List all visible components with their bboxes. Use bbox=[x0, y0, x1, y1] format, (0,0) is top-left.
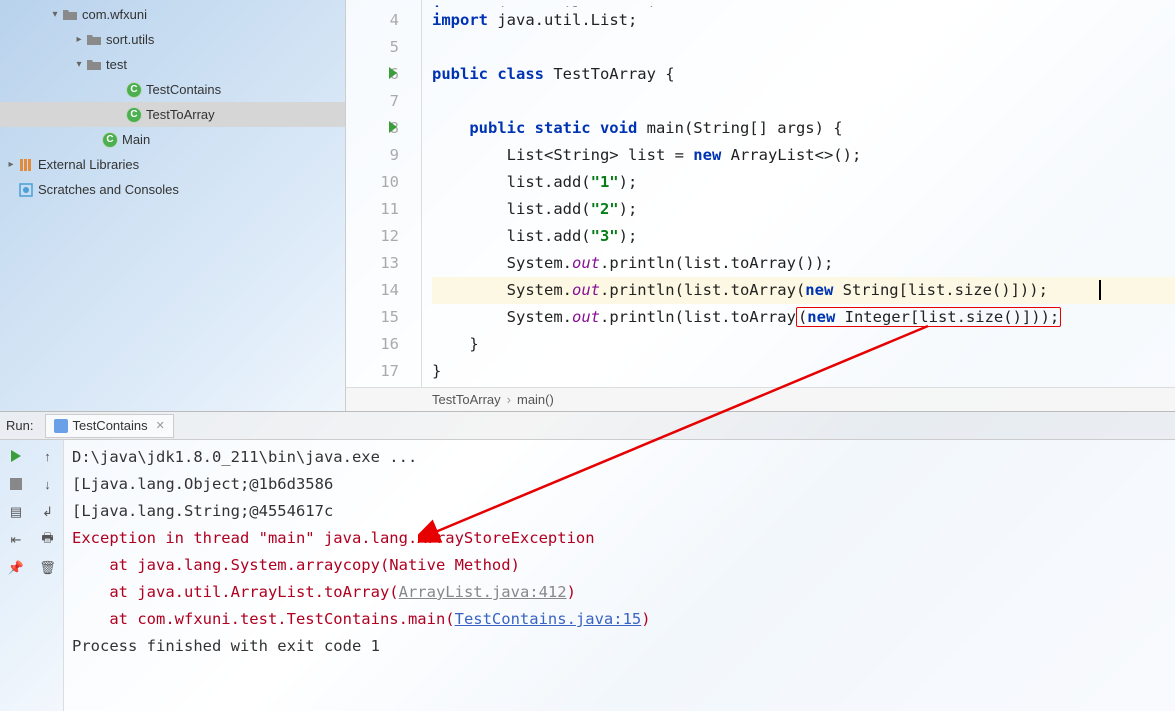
tree-item[interactable]: ▸ External Libraries bbox=[0, 152, 345, 177]
chevron-down-icon[interactable]: ▾ bbox=[72, 59, 86, 70]
gutter-line[interactable]: 12 bbox=[346, 223, 399, 250]
console-line: [Ljava.lang.Object;@1b6d3586 bbox=[72, 471, 1167, 498]
tree-item-label: External Libraries bbox=[38, 157, 139, 172]
run-toolbar-mid: ↑ ↓ ↲ 🖶 🗑 bbox=[32, 440, 64, 711]
folder-icon bbox=[86, 32, 102, 48]
gutter-line[interactable]: 9 bbox=[346, 142, 399, 169]
run-gutter-icon[interactable] bbox=[389, 121, 397, 133]
run-header: Run: TestContains ✕ bbox=[0, 412, 1175, 440]
tree-item[interactable]: ▾ test bbox=[0, 52, 345, 77]
run-gutter-icon[interactable] bbox=[389, 67, 397, 79]
run-tab-label: TestContains bbox=[72, 418, 147, 433]
tree-item-label: com.wfxuni bbox=[82, 7, 147, 22]
gutter-line[interactable]: 4 bbox=[346, 7, 399, 34]
code-line[interactable]: list.add("2"); bbox=[432, 196, 1175, 223]
gutter-line[interactable]: 16 bbox=[346, 331, 399, 358]
tree-item-label: Scratches and Consoles bbox=[38, 182, 179, 197]
code-line[interactable]: } bbox=[432, 358, 1175, 385]
tree-item-label: sort.utils bbox=[106, 32, 154, 47]
code-line[interactable]: } bbox=[432, 331, 1175, 358]
code-editor[interactable]: 4567891011121314151617 import java.util.… bbox=[345, 0, 1175, 411]
library-icon bbox=[18, 157, 34, 173]
class-icon: C bbox=[126, 107, 142, 123]
console-line: D:\java\jdk1.8.0_211\bin\java.exe ... bbox=[72, 444, 1167, 471]
up-button[interactable]: ↑ bbox=[38, 446, 58, 466]
stacktrace-link[interactable]: ArrayList.java:412 bbox=[399, 583, 567, 601]
run-config-icon bbox=[54, 419, 68, 433]
chevron-right-icon[interactable]: ▸ bbox=[4, 159, 18, 170]
project-tree[interactable]: ▾ com.wfxuni ▸ sort.utils ▾ test C TestContains… bbox=[0, 0, 345, 411]
gutter-line[interactable]: 8 bbox=[346, 115, 399, 142]
editor-gutter: 4567891011121314151617 bbox=[346, 0, 422, 387]
console-line: at java.util.ArrayList.toArray(ArrayList… bbox=[72, 579, 1167, 606]
gutter-line[interactable]: 13 bbox=[346, 250, 399, 277]
run-label: Run: bbox=[6, 418, 33, 433]
run-tab[interactable]: TestContains ✕ bbox=[45, 414, 173, 438]
code-line[interactable]: System.out.println(list.toArray(new Inte… bbox=[432, 304, 1175, 331]
breadcrumb-class[interactable]: TestToArray bbox=[432, 392, 501, 407]
console-line: Exception in thread "main" java.lang.Arr… bbox=[72, 525, 1167, 552]
breadcrumb-method[interactable]: main() bbox=[517, 392, 554, 407]
pin-button[interactable]: 📌 bbox=[6, 558, 26, 578]
editor-code[interactable]: import java.util.ArrayList;import java.u… bbox=[422, 0, 1175, 387]
rerun-button[interactable] bbox=[6, 446, 26, 466]
tree-item[interactable]: Scratches and Consoles bbox=[0, 177, 345, 202]
stop-button[interactable] bbox=[6, 474, 26, 494]
code-line[interactable]: System.out.println(list.toArray()); bbox=[432, 250, 1175, 277]
code-line[interactable]: public class TestToArray { bbox=[432, 61, 1175, 88]
code-line[interactable]: public static void main(String[] args) { bbox=[432, 115, 1175, 142]
tree-item-label: test bbox=[106, 57, 127, 72]
breadcrumb[interactable]: TestToArray › main() bbox=[346, 387, 1175, 411]
tree-item-label: TestContains bbox=[146, 82, 221, 97]
tree-item-label: Main bbox=[122, 132, 150, 147]
console-line: Process finished with exit code 1 bbox=[72, 633, 1167, 660]
gutter-line[interactable]: 6 bbox=[346, 61, 399, 88]
print-button[interactable]: 🖶 bbox=[38, 530, 58, 550]
code-line[interactable]: import java.util.List; bbox=[432, 7, 1175, 34]
tree-item[interactable]: C Main bbox=[0, 127, 345, 152]
error-highlight-box: (new Integer[list.size()])); bbox=[796, 307, 1061, 327]
down-button[interactable]: ↓ bbox=[38, 474, 58, 494]
code-line[interactable]: list.add("3"); bbox=[432, 223, 1175, 250]
tree-item[interactable]: C TestToArray bbox=[0, 102, 345, 127]
tree-item-label: TestToArray bbox=[146, 107, 215, 122]
console-line: at com.wfxuni.test.TestContains.main(Tes… bbox=[72, 606, 1167, 633]
code-line[interactable]: System.out.println(list.toArray(new Stri… bbox=[432, 277, 1175, 304]
class-icon: C bbox=[126, 82, 142, 98]
code-line[interactable]: list.add("1"); bbox=[432, 169, 1175, 196]
gutter-line[interactable]: 14 bbox=[346, 277, 399, 304]
code-line[interactable]: List<String> list = new ArrayList<>(); bbox=[432, 142, 1175, 169]
folder-icon bbox=[62, 7, 78, 23]
folder-icon bbox=[86, 57, 102, 73]
stacktrace-link[interactable]: TestContains.java:15 bbox=[455, 610, 642, 628]
console-output[interactable]: D:\java\jdk1.8.0_211\bin\java.exe ...[Lj… bbox=[64, 440, 1175, 711]
console-line: [Ljava.lang.String;@4554617c bbox=[72, 498, 1167, 525]
gutter-line[interactable]: 10 bbox=[346, 169, 399, 196]
tree-item[interactable]: C TestContains bbox=[0, 77, 345, 102]
gutter-line[interactable]: 5 bbox=[346, 34, 399, 61]
gutter-line[interactable]: 17 bbox=[346, 358, 399, 385]
tree-item[interactable]: ▾ com.wfxuni bbox=[0, 2, 345, 27]
wrap-button[interactable]: ↲ bbox=[38, 502, 58, 522]
console-line: at java.lang.System.arraycopy(Native Met… bbox=[72, 552, 1167, 579]
code-line[interactable] bbox=[432, 88, 1175, 115]
code-line[interactable] bbox=[432, 34, 1175, 61]
trash-button[interactable]: 🗑 bbox=[38, 558, 58, 578]
layout-button[interactable]: ▤ bbox=[6, 502, 26, 522]
chevron-down-icon[interactable]: ▾ bbox=[48, 9, 62, 20]
gutter-line[interactable]: 11 bbox=[346, 196, 399, 223]
scratch-icon bbox=[18, 182, 34, 198]
class-icon: C bbox=[102, 132, 118, 148]
close-icon[interactable]: ✕ bbox=[156, 419, 165, 432]
gutter-line[interactable]: 7 bbox=[346, 88, 399, 115]
chevron-right-icon[interactable]: ▸ bbox=[72, 34, 86, 45]
tree-item[interactable]: ▸ sort.utils bbox=[0, 27, 345, 52]
run-toolbar-left: ▤ ⇤ 📌 bbox=[0, 440, 32, 711]
exit-button[interactable]: ⇤ bbox=[6, 530, 26, 550]
run-tool-window[interactable]: Run: TestContains ✕ ▤ ⇤ 📌 ↑ ↓ ↲ 🖶 🗑 D:\j… bbox=[0, 411, 1175, 711]
breadcrumb-separator: › bbox=[507, 392, 511, 407]
gutter-line[interactable]: 15 bbox=[346, 304, 399, 331]
